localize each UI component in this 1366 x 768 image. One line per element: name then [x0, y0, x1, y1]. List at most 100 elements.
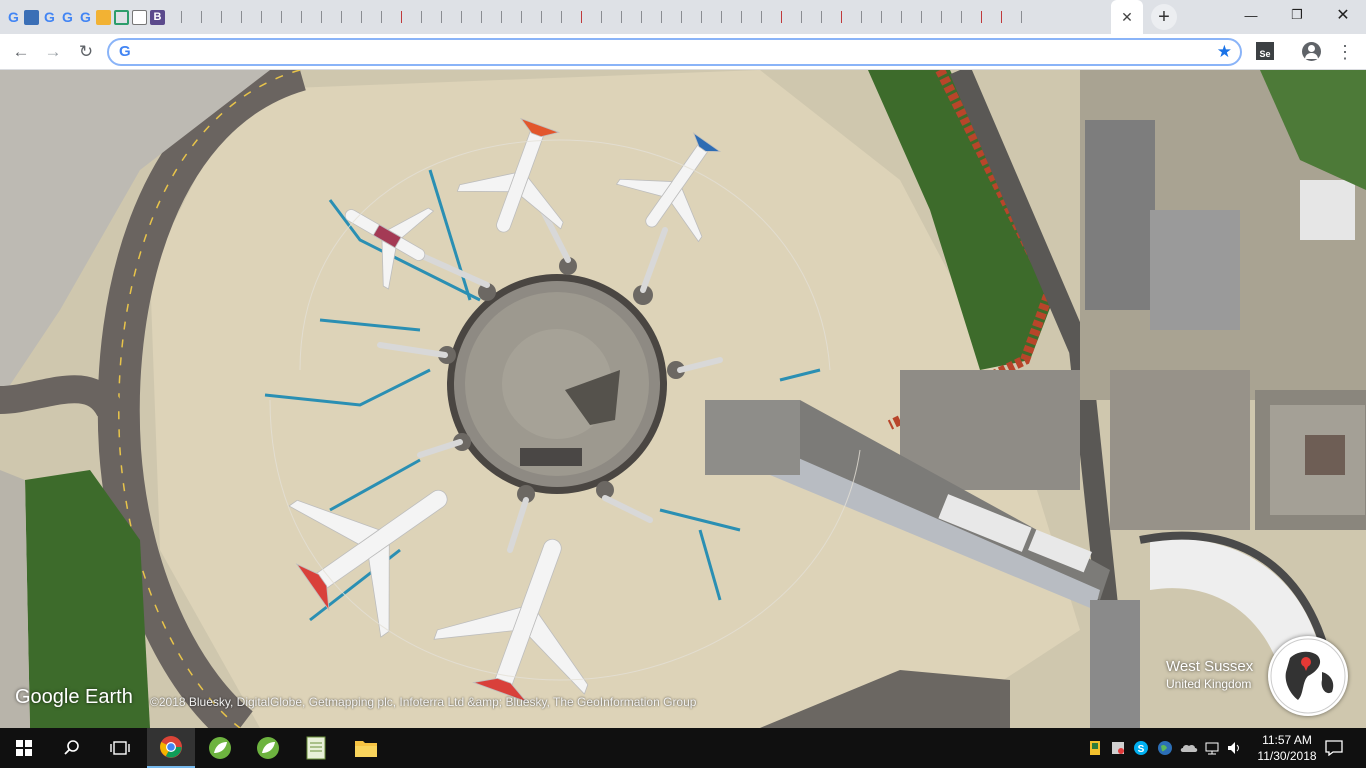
collapsed-tab[interactable]: [294, 10, 308, 24]
svg-text:S: S: [1138, 744, 1145, 755]
collapsed-tab[interactable]: [914, 10, 928, 24]
onedrive-icon[interactable]: [1180, 740, 1198, 756]
collapsed-tab[interactable]: [734, 10, 748, 24]
collapsed-tab[interactable]: [1014, 10, 1028, 24]
green-app-icon[interactable]: [114, 9, 129, 25]
collapsed-tab[interactable]: [874, 10, 888, 24]
reload-button[interactable]: ↻: [74, 40, 98, 64]
satellite-imagery[interactable]: [0, 70, 1366, 728]
collapsed-tab[interactable]: [954, 10, 968, 24]
yellow-app-icon[interactable]: [96, 9, 111, 25]
bookmark-star-icon[interactable]: ★: [1217, 42, 1232, 62]
restore-button[interactable]: ❐: [1274, 0, 1320, 30]
search-icon[interactable]: [48, 728, 96, 768]
collapsed-tab[interactable]: [234, 10, 248, 24]
google-icon[interactable]: G: [60, 9, 75, 25]
collapsed-tab[interactable]: [834, 10, 848, 24]
address-bar[interactable]: G ★: [107, 38, 1242, 66]
tab-strip: G G G G B ✕ + — ❐ ✕: [0, 0, 1366, 34]
collapsed-tab[interactable]: [334, 10, 348, 24]
windows-start-icon[interactable]: [0, 728, 48, 768]
collapsed-tab[interactable]: [554, 10, 568, 24]
collapsed-tab[interactable]: [574, 10, 588, 24]
collapsed-tab[interactable]: [594, 10, 608, 24]
volume-icon[interactable]: [1226, 740, 1242, 756]
collapsed-tab[interactable]: [994, 10, 1008, 24]
notifications-icon[interactable]: [1325, 740, 1343, 757]
profile-icon[interactable]: [1302, 42, 1321, 61]
collapsed-tab[interactable]: [894, 10, 908, 24]
collapsed-tab[interactable]: [514, 10, 528, 24]
task-view-icon[interactable]: [96, 728, 144, 768]
collapsed-tab[interactable]: [354, 10, 368, 24]
google-icon[interactable]: G: [42, 9, 57, 25]
collapsed-tab[interactable]: [614, 10, 628, 24]
collapsed-tab[interactable]: [974, 10, 988, 24]
skype-icon[interactable]: S: [1133, 740, 1149, 756]
tab-list: G G G G B: [6, 6, 1034, 28]
collapsed-tab[interactable]: [394, 10, 408, 24]
collapsed-tab[interactable]: [934, 10, 948, 24]
document-icon[interactable]: [132, 9, 147, 25]
collapsed-tab[interactable]: [474, 10, 488, 24]
collapsed-tab[interactable]: [694, 10, 708, 24]
minimize-button[interactable]: —: [1228, 0, 1274, 30]
collapsed-tab[interactable]: [854, 10, 868, 24]
notepad-icon[interactable]: [292, 728, 340, 768]
security-icon[interactable]: [1087, 740, 1103, 756]
collapsed-tab[interactable]: [274, 10, 288, 24]
app-leaf-icon[interactable]: [244, 728, 292, 768]
new-tab-button[interactable]: +: [1151, 4, 1177, 30]
location-region: West Sussex: [1166, 658, 1254, 675]
collapsed-tab[interactable]: [774, 10, 788, 24]
network-icon[interactable]: [1204, 740, 1220, 756]
collapsed-tab[interactable]: [374, 10, 388, 24]
collapsed-tab[interactable]: [814, 10, 828, 24]
collapsed-tab[interactable]: [654, 10, 668, 24]
collapsed-tab[interactable]: [194, 10, 208, 24]
globe-icon[interactable]: [1268, 636, 1348, 716]
collapsed-tab[interactable]: [174, 10, 188, 24]
collapsed-tab[interactable]: [214, 10, 228, 24]
collapsed-tab[interactable]: [314, 10, 328, 24]
globe-tray-icon[interactable]: [1157, 740, 1173, 756]
address-input[interactable]: [143, 43, 1203, 62]
forward-button[interactable]: →: [41, 40, 65, 64]
collapsed-tab[interactable]: [534, 10, 548, 24]
collapsed-tab[interactable]: [794, 10, 808, 24]
collapsed-tabs: [174, 10, 1034, 24]
collapsed-tab[interactable]: [634, 10, 648, 24]
earth-map-viewport[interactable]: Google Earth ©2018 Bluesky, DigitalGlobe…: [0, 70, 1366, 728]
collapsed-tab[interactable]: [254, 10, 268, 24]
browser-toolbar: ← → ↻ G ★ Se ⋮: [0, 34, 1366, 70]
collapsed-tab[interactable]: [494, 10, 508, 24]
taskbar: S 11:57 AM 11/30/2018: [0, 728, 1366, 768]
active-tab[interactable]: ✕: [1111, 0, 1143, 34]
clock-time: 11:57 AM: [1262, 733, 1312, 747]
extension-se-icon[interactable]: Se: [1256, 42, 1274, 60]
menu-icon[interactable]: ⋮: [1336, 41, 1354, 63]
collapsed-tab[interactable]: [754, 10, 768, 24]
collapsed-tab[interactable]: [414, 10, 428, 24]
b-app-icon[interactable]: B: [150, 9, 165, 25]
google-icon: G: [119, 43, 131, 60]
location-label: West Sussex United Kingdom: [1166, 658, 1253, 691]
file-explorer-icon[interactable]: [342, 728, 390, 768]
collapsed-tab[interactable]: [714, 10, 728, 24]
collapsed-tab[interactable]: [454, 10, 468, 24]
collapsed-tab[interactable]: [674, 10, 688, 24]
clock-date: 11/30/2018: [1257, 749, 1317, 763]
google-icon[interactable]: G: [78, 9, 93, 25]
close-window-button[interactable]: ✕: [1320, 0, 1366, 30]
chrome-icon[interactable]: [147, 728, 195, 768]
bookmark-app-icon[interactable]: [24, 9, 39, 25]
collapsed-tab[interactable]: [434, 10, 448, 24]
google-icon[interactable]: G: [6, 9, 21, 25]
app-leaf-icon[interactable]: [196, 728, 244, 768]
back-button[interactable]: ←: [9, 40, 33, 64]
close-tab-icon[interactable]: ✕: [1121, 9, 1133, 26]
google-earth-logo: Google Earth: [15, 686, 133, 708]
system-clock[interactable]: 11:57 AM 11/30/2018: [1254, 732, 1320, 764]
tray-app-icon[interactable]: [1110, 740, 1126, 756]
imagery-attribution: ©2018 Bluesky, DigitalGlobe, Getmapping …: [150, 695, 697, 709]
